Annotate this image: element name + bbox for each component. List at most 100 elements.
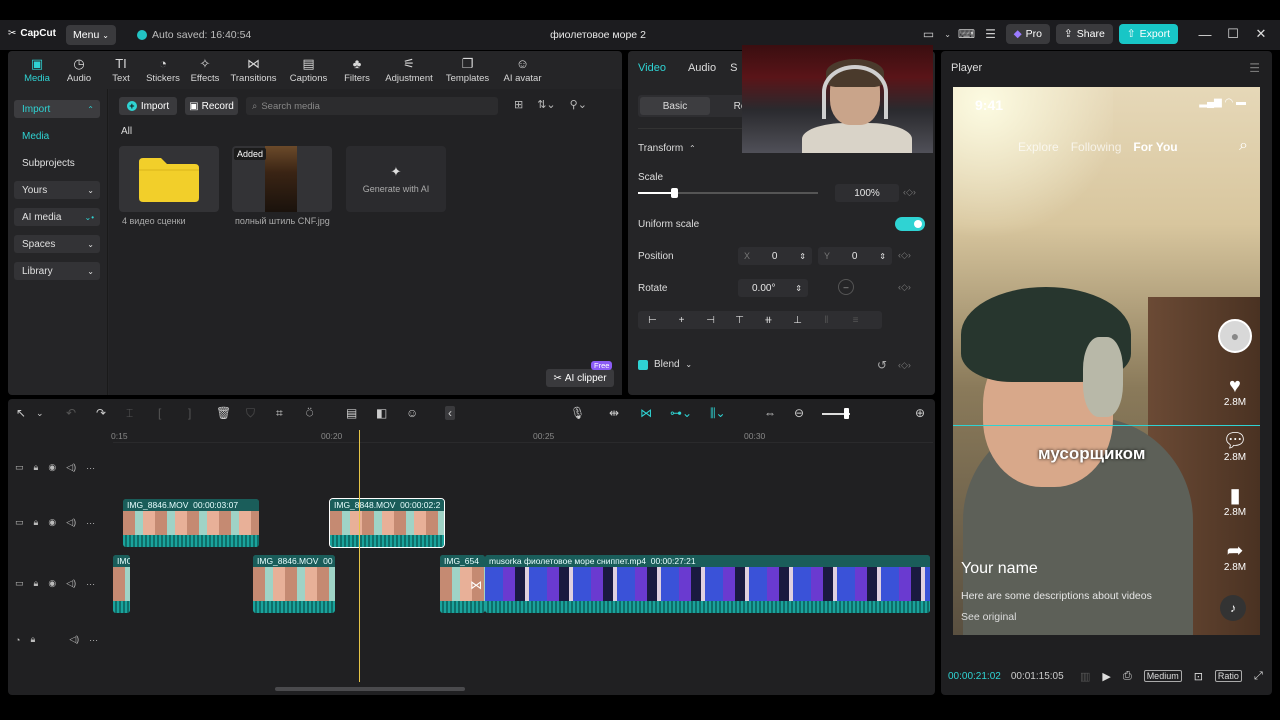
- menu-button[interactable]: Menu ⌄: [66, 25, 116, 45]
- chevron-down-icon[interactable]: ⌄: [944, 25, 952, 43]
- rotate-field[interactable]: 0.00° ⇕: [738, 279, 808, 297]
- minimize-icon[interactable]: —: [1194, 27, 1216, 42]
- zoom-in-icon[interactable]: ⊕: [915, 406, 925, 420]
- play-icon[interactable]: ▶: [1102, 670, 1110, 683]
- position-y-field[interactable]: Y 0 ⇕: [818, 247, 892, 265]
- timeline-clip[interactable]: musorka фиолетовое море сниппет.mp4 00:0…: [485, 555, 930, 613]
- lock-icon[interactable]: 🔒︎: [34, 462, 39, 473]
- microphone-icon[interactable]: 🎙︎: [570, 406, 585, 420]
- stepper-icon[interactable]: ⇕: [879, 252, 886, 261]
- player-menu-icon[interactable]: ☰: [1249, 61, 1260, 75]
- more-icon[interactable]: ···: [86, 579, 95, 589]
- playhead[interactable]: [359, 430, 360, 682]
- sidebar-item-media[interactable]: Media: [14, 127, 100, 145]
- sort-icon[interactable]: ⇅⌄: [537, 98, 555, 111]
- audio-icon[interactable]: ◁): [66, 462, 76, 473]
- tool-tab-templates[interactable]: ❐ Templates: [440, 51, 495, 89]
- audio-icon[interactable]: ◁): [69, 634, 79, 645]
- keyframe-icon[interactable]: ‹◇›: [898, 360, 911, 371]
- grid-view-icon[interactable]: ⊞: [514, 98, 523, 111]
- close-icon[interactable]: ✕: [1250, 26, 1272, 42]
- align-center-h-icon[interactable]: +: [667, 315, 696, 326]
- media-item-image[interactable]: Added: [232, 146, 332, 212]
- video-preview[interactable]: 9:41 ▂▄▆ ◠ ▬ Explore Following For You ⌕…: [953, 87, 1260, 635]
- align-right-icon[interactable]: ⊣: [696, 315, 725, 326]
- eye-icon[interactable]: ◉: [48, 462, 56, 473]
- sidebar-item-subprojects[interactable]: Subprojects: [14, 154, 100, 172]
- tool-tab-stickers[interactable]: ◔ Stickers: [142, 51, 184, 89]
- tab-speed[interactable]: S: [730, 62, 737, 74]
- search-input[interactable]: ⌕ Search media: [246, 97, 498, 115]
- tool-tab-effects[interactable]: ✧ Effects: [184, 51, 226, 89]
- lock-icon[interactable]: 🔒︎: [34, 517, 39, 528]
- track-cover-icon[interactable]: ▭: [15, 462, 24, 473]
- crop-icon[interactable]: ⌗: [276, 406, 283, 421]
- subtitles-icon[interactable]: ☰: [982, 25, 1000, 43]
- more-icon[interactable]: ···: [86, 518, 95, 528]
- tool-tab-text[interactable]: TI Text: [100, 51, 142, 89]
- eye-icon[interactable]: ◉: [48, 517, 56, 528]
- audio-icon[interactable]: ◁): [66, 578, 76, 589]
- lock-icon[interactable]: 🔒︎: [30, 634, 35, 645]
- fit-timeline-icon[interactable]: ⇔: [764, 406, 776, 420]
- reset-icon[interactable]: ↺: [877, 358, 887, 372]
- redo-icon[interactable]: ↷: [96, 406, 106, 420]
- person-icon[interactable]: ☺: [406, 406, 418, 420]
- maximize-icon[interactable]: ☐: [1222, 26, 1244, 42]
- quality-button[interactable]: Medium: [1143, 670, 1182, 682]
- timeline-clip[interactable]: IMG_8: [113, 555, 130, 613]
- tool-tab-captions[interactable]: ▤ Captions: [281, 51, 336, 89]
- timecode-format-icon[interactable]: ▥: [1080, 670, 1090, 683]
- fullscreen-icon[interactable]: ⤢: [1254, 670, 1263, 683]
- more-icon[interactable]: ···: [86, 463, 95, 473]
- media-item-folder[interactable]: [119, 146, 219, 212]
- align-center-v-icon[interactable]: ⧺: [754, 315, 783, 326]
- ai-clipper-button[interactable]: ✂ AI clipper: [546, 369, 614, 387]
- transition-icon[interactable]: ⋈: [470, 578, 482, 592]
- timeline-ruler[interactable]: 0:15 00:20 00:25 00:30: [111, 429, 933, 443]
- blend-checkbox[interactable]: [638, 360, 648, 370]
- zoom-slider-handle[interactable]: [844, 408, 849, 419]
- timeline-clip-selected[interactable]: IMG_8848.MOV 00:00:02:2: [329, 498, 445, 548]
- keyframe-icon[interactable]: ‹◇›: [898, 250, 911, 261]
- tool-tab-adjustment[interactable]: ⚟ Adjustment: [378, 51, 440, 89]
- scale-slider-handle[interactable]: [671, 188, 678, 198]
- magnet-icon[interactable]: ⋈: [640, 406, 652, 420]
- preview-axis-icon[interactable]: ⫼⌄: [710, 406, 726, 421]
- zoom-out-icon[interactable]: ⊖: [794, 406, 804, 420]
- shortcuts-icon[interactable]: ⌨: [958, 25, 976, 43]
- stepper-icon[interactable]: ⇕: [795, 284, 802, 293]
- all-filter-label[interactable]: All: [121, 126, 132, 137]
- subtab-basic[interactable]: Basic: [640, 97, 710, 115]
- scale-slider[interactable]: [638, 188, 818, 198]
- scale-value-field[interactable]: 100%: [835, 184, 899, 202]
- rotate-dial-icon[interactable]: –: [838, 279, 854, 295]
- align-left-icon[interactable]: ⊢: [638, 315, 667, 326]
- eye-icon[interactable]: ◉: [48, 578, 56, 589]
- linkage-icon[interactable]: ⊶⌄: [670, 406, 692, 420]
- keyframe-icon[interactable]: ‹◇›: [898, 282, 911, 293]
- sidebar-item-spaces[interactable]: Spaces ⌄: [14, 235, 100, 253]
- tab-audio[interactable]: Audio: [688, 62, 716, 74]
- tool-tab-media[interactable]: ▣ Media: [16, 51, 58, 89]
- ratio-button[interactable]: Ratio: [1214, 670, 1242, 682]
- export-button[interactable]: ⇧ Export: [1118, 24, 1178, 44]
- chevron-down-icon[interactable]: ⌄: [36, 408, 44, 419]
- record-button[interactable]: ▣ Record: [185, 97, 238, 115]
- pro-button[interactable]: ◆ Pro: [1005, 24, 1050, 44]
- sidebar-item-ai-media[interactable]: AI media ⌄•: [14, 208, 100, 226]
- filter-icon[interactable]: ⚲⌄: [570, 98, 587, 111]
- generate-with-ai-card[interactable]: ✦ Generate with AI: [346, 146, 446, 212]
- position-x-field[interactable]: X 0 ⇕: [738, 247, 812, 265]
- tab-video[interactable]: Video: [638, 62, 666, 74]
- video-caption[interactable]: мусорщиком: [1038, 444, 1145, 464]
- import-button[interactable]: + Import: [119, 97, 177, 115]
- timeline-clip[interactable]: IMG_8846.MOV 00: [253, 555, 335, 613]
- delete-icon[interactable]: 🗑︎: [216, 406, 231, 420]
- timeline-horizontal-scrollbar[interactable]: [275, 687, 465, 691]
- snapshot-icon[interactable]: ⎙: [1123, 670, 1132, 683]
- tool-tab-ai-avatar[interactable]: ☺ AI avatar: [495, 51, 550, 89]
- captions-tool-icon[interactable]: ▤: [346, 406, 357, 420]
- audio-icon[interactable]: ◁): [66, 517, 76, 528]
- mirror-icon[interactable]: ◧: [376, 406, 387, 420]
